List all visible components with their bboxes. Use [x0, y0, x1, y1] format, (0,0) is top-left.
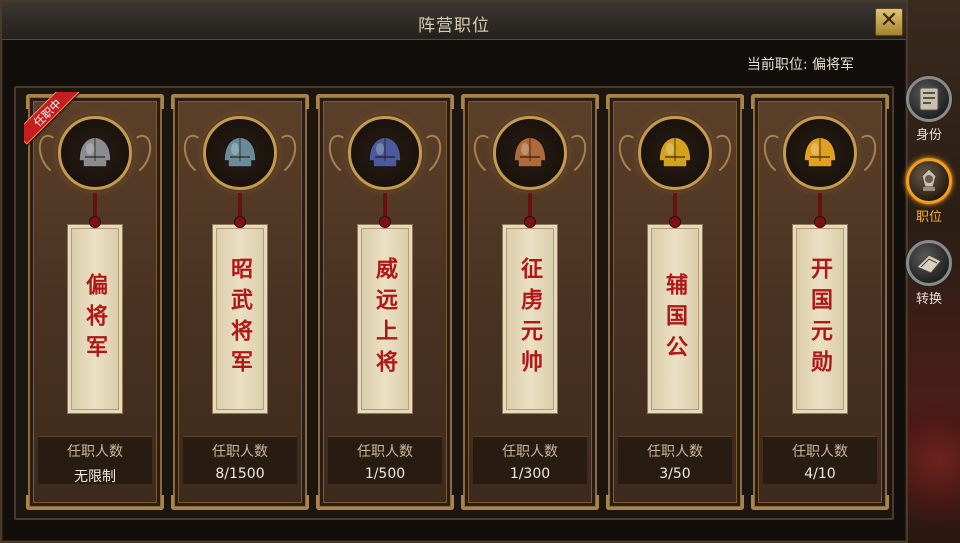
- holder-count-box: 任职人数 1/300: [473, 436, 587, 484]
- current-position: 当前职位: 偏将军: [747, 54, 854, 74]
- rank-card[interactable]: 开国元勋任职人数 4/10: [751, 94, 889, 510]
- rank-name: 开国元勋: [807, 257, 833, 381]
- identity-icon: [906, 76, 952, 122]
- rank-emblem: [493, 116, 567, 190]
- scroll-knot: [814, 216, 826, 228]
- rank-emblem: [203, 116, 277, 190]
- rank-scroll: 偏将军: [67, 224, 123, 414]
- rank-name: 辅国公: [662, 272, 688, 366]
- scroll-knot: [524, 216, 536, 228]
- holder-count-value: 无限制: [74, 469, 116, 485]
- convert-icon: [906, 240, 952, 286]
- holder-count-value: 3/50: [659, 466, 691, 482]
- helmet-icon: [368, 136, 402, 168]
- current-badge-wrap: 任职中: [24, 92, 80, 148]
- current-position-label: 当前职位:: [746, 57, 808, 73]
- holder-count-value: 1/500: [364, 466, 406, 482]
- side-nav-position[interactable]: 职位: [902, 158, 956, 230]
- holder-count-label: 任职人数: [212, 444, 268, 460]
- side-nav-label: 转换: [915, 292, 942, 307]
- rank-card[interactable]: 征虏元帅任职人数 1/300: [461, 94, 599, 510]
- rank-scroll: 征虏元帅: [502, 224, 558, 414]
- rank-card[interactable]: 昭武将军任职人数 8/1500: [171, 94, 309, 510]
- rank-name: 偏将军: [82, 272, 108, 366]
- holder-count-value: 8/1500: [215, 466, 265, 482]
- holder-count-label: 任职人数: [67, 444, 123, 460]
- holder-count-value: 4/10: [804, 466, 836, 482]
- holder-count-value: 1/300: [509, 466, 551, 482]
- rank-name: 昭武将军: [227, 257, 253, 381]
- rank-emblem: [348, 116, 422, 190]
- rank-scroll: 威远上将: [357, 224, 413, 414]
- rank-emblem: [638, 116, 712, 190]
- helmet-icon: [223, 136, 257, 168]
- scroll-knot: [379, 216, 391, 228]
- current-position-value: 偏将军: [812, 57, 854, 73]
- helmet-icon: [803, 136, 837, 168]
- holder-count-label: 任职人数: [357, 444, 413, 460]
- holder-count-box: 任职人数 8/1500: [183, 436, 297, 484]
- side-nav-identity[interactable]: 身份: [902, 76, 956, 148]
- holder-count-box: 任职人数 3/50: [618, 436, 732, 484]
- rank-card[interactable]: 威远上将任职人数 1/500: [316, 94, 454, 510]
- close-button[interactable]: ✕: [875, 8, 903, 36]
- current-badge: 任职中: [24, 92, 80, 145]
- holder-count-box: 任职人数 无限制: [38, 436, 152, 485]
- side-nav-label: 职位: [915, 210, 942, 225]
- rank-scroll: 昭武将军: [212, 224, 268, 414]
- helmet-icon: [513, 136, 547, 168]
- scroll-knot: [89, 216, 101, 228]
- position-icon: [906, 158, 952, 204]
- helmet-icon: [658, 136, 692, 168]
- holder-count-box: 任职人数 4/10: [763, 436, 877, 484]
- holder-count-label: 任职人数: [792, 444, 848, 460]
- rank-emblem: [783, 116, 857, 190]
- rank-scroll: 辅国公: [647, 224, 703, 414]
- side-nav-label: 身份: [915, 128, 942, 143]
- rank-card[interactable]: 辅国公任职人数 3/50: [606, 94, 744, 510]
- holder-count-label: 任职人数: [647, 444, 703, 460]
- scroll-knot: [669, 216, 681, 228]
- holder-count-label: 任职人数: [502, 444, 558, 460]
- holder-count-box: 任职人数 1/500: [328, 436, 442, 484]
- dialog-title: 阵营职位: [418, 16, 490, 36]
- side-nav-convert[interactable]: 转换: [902, 240, 956, 312]
- scroll-knot: [234, 216, 246, 228]
- rank-name: 威远上将: [372, 257, 398, 381]
- rank-name: 征虏元帅: [517, 257, 543, 381]
- title-bar: 阵营职位 ✕: [2, 2, 906, 40]
- rank-card[interactable]: 偏将军任职人数无限制 任职中: [24, 92, 164, 510]
- rank-scroll: 开国元勋: [792, 224, 848, 414]
